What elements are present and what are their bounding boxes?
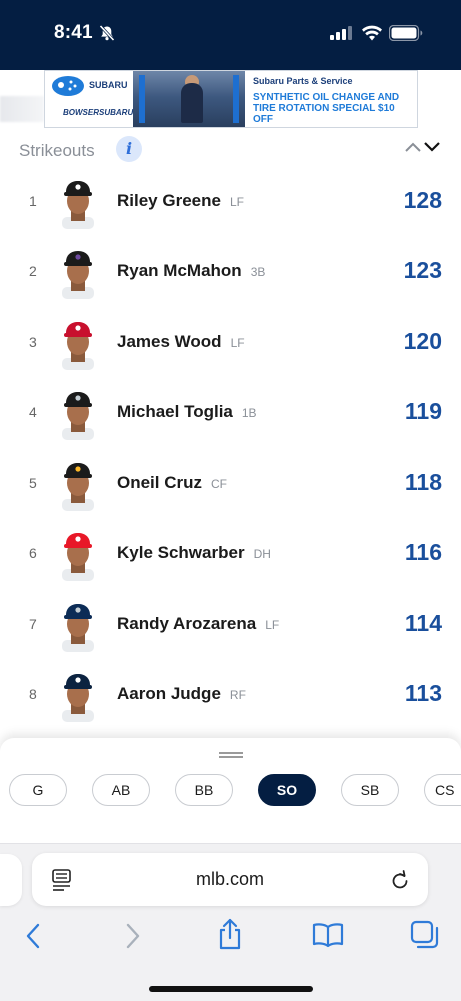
stat-value: 113 — [404, 680, 442, 706]
rank-number: 4 — [29, 404, 37, 420]
tabs-icon[interactable] — [410, 920, 440, 950]
player-headshot-icon — [62, 463, 94, 511]
ghost-content — [0, 96, 44, 122]
stat-chip-so[interactable]: SO — [258, 774, 316, 806]
ad-photo — [133, 71, 245, 127]
status-bar: 8:41 — [0, 0, 461, 70]
player-headshot-icon — [62, 674, 94, 722]
cellular-signal-icon — [330, 26, 352, 40]
ad-title: Subaru Parts & Service — [253, 76, 353, 86]
player-position: LF — [230, 336, 245, 350]
player-headshot-icon — [62, 181, 94, 229]
ad-brand-top: SUBARU — [89, 80, 128, 90]
stat-value: 120 — [403, 328, 442, 354]
player-name-text[interactable]: Ryan McMahon — [117, 261, 242, 280]
bookmarks-icon[interactable] — [312, 922, 344, 948]
forward-icon[interactable] — [122, 922, 142, 950]
address-bar[interactable]: mlb.com — [32, 853, 428, 906]
player-name-text[interactable]: Michael Toglia — [117, 402, 233, 421]
rank-number: 1 — [29, 193, 37, 209]
player-name[interactable]: James Wood LF — [117, 332, 245, 352]
player-position: LF — [265, 618, 280, 632]
player-name[interactable]: Ryan McMahon 3B — [117, 261, 265, 281]
stat-chip-bb[interactable]: BB — [175, 774, 233, 806]
previous-tab-stub[interactable] — [0, 854, 22, 906]
stat-value: 116 — [404, 539, 442, 565]
battery-icon — [389, 25, 423, 41]
ad-brand-bottom: BOWSERSUBARU — [63, 108, 134, 117]
player-name-text[interactable]: Randy Arozarena — [117, 614, 256, 633]
player-position: LF — [229, 195, 244, 209]
leader-row[interactable]: 3 James Wood LF 120 — [0, 310, 461, 380]
bell-muted-icon — [99, 24, 115, 42]
reload-icon[interactable] — [390, 869, 410, 891]
leader-row[interactable]: 6 Kyle Schwarber DH 116 — [0, 521, 461, 591]
leader-row[interactable]: 2 Ryan McMahon 3B 123 — [0, 239, 461, 309]
player-name[interactable]: Riley Greene LF — [117, 191, 244, 211]
ad-offer: SYNTHETIC OIL CHANGE AND TIRE ROTATION S… — [253, 92, 400, 125]
rank-number: 8 — [29, 686, 37, 702]
stat-value: 119 — [404, 398, 442, 424]
leader-row[interactable]: 5 Oneil Cruz CF 118 — [0, 451, 461, 521]
rank-number: 3 — [29, 334, 37, 350]
leader-row[interactable]: 4 Michael Toglia 1B 119 — [0, 380, 461, 450]
player-headshot-icon — [62, 251, 94, 299]
leader-row[interactable]: 1 Riley Greene LF 128 — [0, 169, 461, 239]
stat-label: Strikeouts — [19, 141, 95, 160]
player-position: DH — [253, 547, 271, 561]
player-position: 3B — [250, 265, 266, 279]
player-position: CF — [211, 477, 228, 491]
status-time: 8:41 — [54, 22, 93, 43]
subaru-logo-icon — [52, 76, 84, 96]
share-icon[interactable] — [216, 918, 244, 950]
player-name-text[interactable]: Riley Greene — [117, 191, 221, 210]
stat-chip-sb[interactable]: SB — [341, 774, 399, 806]
stat-chip-g[interactable]: G — [9, 774, 67, 806]
player-headshot-icon — [62, 604, 94, 652]
stat-chip-cs[interactable]: CS — [424, 774, 461, 806]
player-name[interactable]: Kyle Schwarber DH — [117, 543, 271, 563]
url-text: mlb.com — [195, 869, 264, 889]
rank-number: 7 — [29, 616, 37, 632]
player-position: RF — [229, 688, 246, 702]
stat-value: 123 — [403, 257, 442, 283]
stat-value: 114 — [404, 610, 442, 636]
player-headshot-icon — [62, 392, 94, 440]
player-position: 1B — [241, 406, 257, 420]
ad-logos: SUBARU BOWSERSUBARU — [49, 74, 133, 124]
wifi-icon — [362, 25, 382, 41]
player-name[interactable]: Michael Toglia 1B — [117, 402, 257, 422]
sheet-grabber[interactable] — [219, 752, 243, 758]
rank-number: 2 — [29, 263, 37, 279]
leaders-header: Strikeouts i — [0, 128, 461, 170]
info-icon[interactable]: i — [116, 136, 142, 162]
home-indicator — [149, 986, 313, 992]
player-name[interactable]: Oneil Cruz CF — [117, 473, 227, 493]
player-name-text[interactable]: Oneil Cruz — [117, 473, 202, 492]
stat-picker-sheet: G AB BB SO SB CS — [0, 738, 461, 843]
ad-banner[interactable]: SUBARU BOWSERSUBARU Subaru Parts & Servi… — [44, 70, 418, 128]
browser-toolbar: mlb.com — [0, 843, 461, 1001]
player-name-text[interactable]: Aaron Judge — [117, 684, 221, 703]
back-icon[interactable] — [24, 922, 44, 950]
stat-value: 118 — [404, 469, 442, 495]
rank-number: 5 — [29, 475, 37, 491]
player-name-text[interactable]: Kyle Schwarber — [117, 543, 245, 562]
leader-row[interactable]: 7 Randy Arozarena LF 114 — [0, 592, 461, 662]
player-headshot-icon — [62, 533, 94, 581]
player-name[interactable]: Aaron Judge RF — [117, 684, 246, 704]
stat-value: 128 — [403, 187, 442, 213]
collapse-expand-icon[interactable] — [404, 138, 444, 156]
player-headshot-icon — [62, 322, 94, 370]
player-name[interactable]: Randy Arozarena LF — [117, 614, 279, 634]
leader-row[interactable]: 8 Aaron Judge RF 113 — [0, 662, 461, 732]
rank-number: 6 — [29, 545, 37, 561]
player-name-text[interactable]: James Wood — [117, 332, 222, 351]
stat-chip-ab[interactable]: AB — [92, 774, 150, 806]
